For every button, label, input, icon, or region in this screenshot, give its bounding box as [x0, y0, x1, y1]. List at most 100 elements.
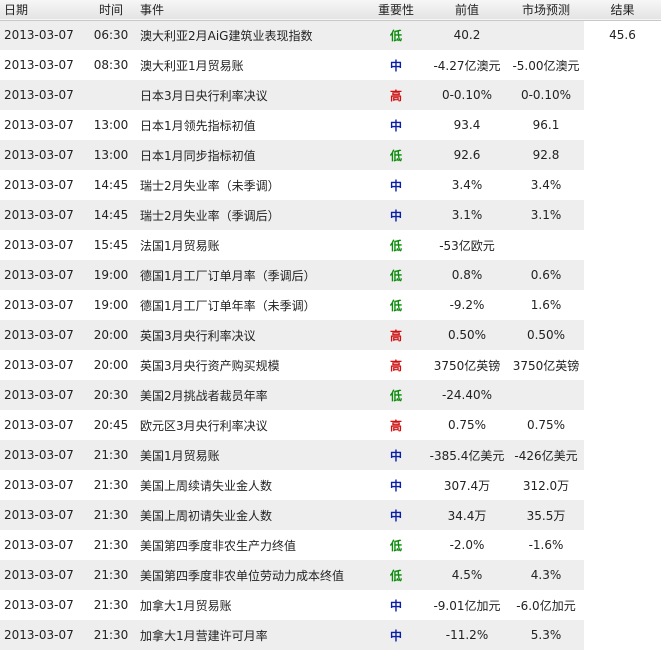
row-previous-value: -53亿欧元 [439, 238, 495, 253]
table-row[interactable]: 2013-03-07 06:30 澳大利亚2月AiG建筑业表现指数 低 40.2 45.6 [0, 20, 661, 50]
table-row[interactable]: 2013-03-07 20:45 欧元区3月央行利率决议 高 0.75% 0.75% [0, 410, 661, 440]
table-row[interactable]: 2013-03-07 日本3月日央行利率决议 高 0-0.10% 0-0.10% [0, 80, 661, 110]
economic-calendar-table: 日期 时间 事件 重要性 前值 市场预测 结果 2013-03-07 06:30 澳… [0, 0, 661, 650]
row-forecast-value: 0.75% [526, 418, 566, 432]
row-event: 澳大利亚1月贸易账 [140, 58, 244, 73]
table-header-row: 日期 时间 事件 重要性 前值 市场预测 结果 [0, 0, 661, 20]
header-importance[interactable]: 重要性 [366, 0, 426, 20]
row-importance-badge: 低 [389, 238, 402, 253]
row-result-value [584, 320, 661, 350]
table-row[interactable]: 2013-03-07 14:45 瑞士2月失业率（未季调） 中 3.4% 3.4% [0, 170, 661, 200]
row-date: 2013-03-07 [4, 478, 74, 492]
row-event: 瑞士2月失业率（未季调） [140, 178, 280, 193]
row-importance-badge: 中 [389, 478, 402, 493]
row-time: 20:00 [93, 358, 129, 372]
row-forecast-value: -5.00亿澳元 [512, 58, 580, 73]
row-result-value [584, 440, 661, 470]
row-date: 2013-03-07 [4, 538, 74, 552]
row-event: 英国3月央行利率决议 [140, 328, 256, 343]
row-event: 美国2月挑战者裁员年率 [140, 388, 268, 403]
row-event: 法国1月贸易账 [140, 238, 220, 253]
row-importance-badge: 中 [389, 118, 402, 133]
row-importance-badge: 低 [389, 388, 402, 403]
row-result-value [584, 620, 661, 650]
row-forecast-value: 5.3% [530, 628, 562, 642]
table-row[interactable]: 2013-03-07 14:45 瑞士2月失业率（季调后） 中 3.1% 3.1% [0, 200, 661, 230]
row-result-value [584, 230, 661, 260]
table-row[interactable]: 2013-03-07 20:00 英国3月央行资产购买规模 高 3750亿英镑 3750亿… [0, 350, 661, 380]
row-time: 19:00 [93, 298, 129, 312]
header-previous[interactable]: 前值 [426, 0, 508, 20]
row-event: 日本1月领先指标初值 [140, 118, 256, 133]
row-time: 21:30 [93, 448, 129, 462]
table-row[interactable]: 2013-03-07 15:45 法国1月贸易账 低 -53亿欧元 [0, 230, 661, 260]
row-result-value [584, 410, 661, 440]
row-importance-badge: 中 [389, 598, 402, 613]
table-row[interactable]: 2013-03-07 20:00 英国3月央行利率决议 高 0.50% 0.50% [0, 320, 661, 350]
row-importance-badge: 低 [389, 28, 402, 43]
row-date: 2013-03-07 [4, 208, 74, 222]
row-forecast-value: 1.6% [530, 298, 562, 312]
row-time: 14:45 [93, 178, 129, 192]
row-time: 14:45 [93, 208, 129, 222]
header-time[interactable]: 时间 [86, 0, 136, 20]
row-previous-value: 307.4万 [443, 478, 491, 493]
table-row[interactable]: 2013-03-07 21:30 加拿大1月贸易账 中 -9.01亿加元 -6.0亿加元 [0, 590, 661, 620]
row-previous-value: -385.4亿美元 [429, 448, 505, 463]
row-result-value [584, 110, 661, 140]
row-result-value [584, 380, 661, 410]
table-row[interactable]: 2013-03-07 21:30 美国1月贸易账 中 -385.4亿美元 -426亿美元 [0, 440, 661, 470]
row-previous-value: 34.4万 [447, 508, 487, 523]
row-previous-value: 40.2 [453, 28, 481, 43]
table-row[interactable]: 2013-03-07 08:30 澳大利亚1月贸易账 中 -4.27亿澳元 -5.00亿澳… [0, 50, 661, 80]
row-previous-value: 4.5% [451, 568, 483, 582]
table-row[interactable]: 2013-03-07 21:30 美国第四季度非农单位劳动力成本终值 低 4.5% 4.3… [0, 560, 661, 590]
row-time: 15:45 [93, 238, 129, 252]
row-result-value [584, 560, 661, 590]
table-row[interactable]: 2013-03-07 21:30 美国第四季度非农生产力终值 低 -2.0% -1.6% [0, 530, 661, 560]
row-date: 2013-03-07 [4, 448, 74, 462]
table-row[interactable]: 2013-03-07 13:00 日本1月同步指标初值 低 92.6 92.8 [0, 140, 661, 170]
row-result-value [584, 140, 661, 170]
table-row[interactable]: 2013-03-07 19:00 德国1月工厂订单年率（未季调） 低 -9.2% 1.6% [0, 290, 661, 320]
row-importance-badge: 中 [389, 448, 402, 463]
row-time: 19:00 [93, 268, 129, 282]
row-previous-value: 3.4% [451, 178, 483, 192]
table-row[interactable]: 2013-03-07 21:30 美国上周续请失业金人数 中 307.4万 312.0万 [0, 470, 661, 500]
row-time [86, 80, 136, 110]
table-row[interactable]: 2013-03-07 13:00 日本1月领先指标初值 中 93.4 96.1 [0, 110, 661, 140]
header-forecast[interactable]: 市场预测 [508, 0, 584, 20]
table-row[interactable]: 2013-03-07 19:00 德国1月工厂订单月率（季调后） 低 0.8% 0.6% [0, 260, 661, 290]
row-result-value [584, 200, 661, 230]
row-previous-value: 3750亿英镑 [433, 358, 501, 373]
table-row[interactable]: 2013-03-07 20:30 美国2月挑战者裁员年率 低 -24.40% [0, 380, 661, 410]
row-date: 2013-03-07 [4, 388, 74, 402]
row-previous-value: 3.1% [451, 208, 483, 222]
row-time: 13:00 [93, 148, 129, 162]
header-result[interactable]: 结果 [584, 0, 661, 20]
row-importance-badge: 中 [389, 628, 402, 643]
row-forecast-value: 312.0万 [522, 478, 570, 493]
row-date: 2013-03-07 [4, 88, 74, 102]
row-importance-badge: 中 [389, 208, 402, 223]
row-date: 2013-03-07 [4, 328, 74, 342]
row-date: 2013-03-07 [4, 148, 74, 162]
row-date: 2013-03-07 [4, 358, 74, 372]
row-time: 08:30 [93, 58, 129, 72]
row-date: 2013-03-07 [4, 268, 74, 282]
table-row[interactable]: 2013-03-07 21:30 美国上周初请失业金人数 中 34.4万 35.5万 [0, 500, 661, 530]
row-date: 2013-03-07 [4, 628, 74, 642]
row-forecast-value [508, 230, 584, 260]
header-date[interactable]: 日期 [0, 0, 86, 20]
table-body: 2013-03-07 06:30 澳大利亚2月AiG建筑业表现指数低 40.2 45.6… [0, 20, 661, 650]
row-importance-badge: 中 [389, 58, 402, 73]
row-event: 澳大利亚2月AiG建筑业表现指数 [140, 28, 313, 43]
header-event[interactable]: 事件 [136, 0, 366, 20]
row-importance-badge: 高 [389, 358, 402, 373]
table-row[interactable]: 2013-03-07 21:30 加拿大1月营建许可月率 中 -11.2% 5.3% [0, 620, 661, 650]
row-time: 13:00 [93, 118, 129, 132]
row-event: 日本1月同步指标初值 [140, 148, 256, 163]
row-importance-badge: 低 [389, 298, 402, 313]
row-importance-badge: 低 [389, 268, 402, 283]
row-result-value [584, 470, 661, 500]
